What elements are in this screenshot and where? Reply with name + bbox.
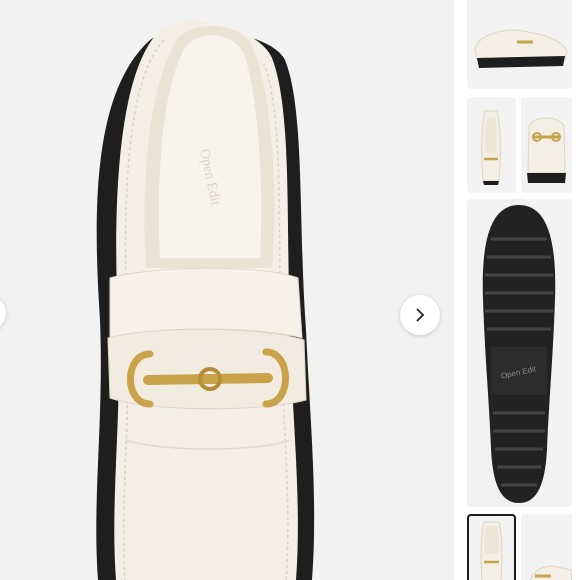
- thumbnail-front-view[interactable]: [521, 97, 572, 193]
- thumbnail-sole-view[interactable]: Open Edit: [467, 199, 572, 507]
- thumbnail-detail-view[interactable]: [521, 514, 572, 580]
- chevron-right-icon: [416, 308, 425, 322]
- thumbnail-top-down-view[interactable]: [467, 514, 516, 580]
- thumbnail-side-view[interactable]: [467, 0, 572, 89]
- main-product-image[interactable]: Open Edit: [0, 0, 454, 580]
- thumbnail-rail[interactable]: Open Edit: [461, 0, 580, 580]
- next-image-button[interactable]: [400, 295, 440, 335]
- thumbnail-top-angle-view[interactable]: [467, 97, 516, 193]
